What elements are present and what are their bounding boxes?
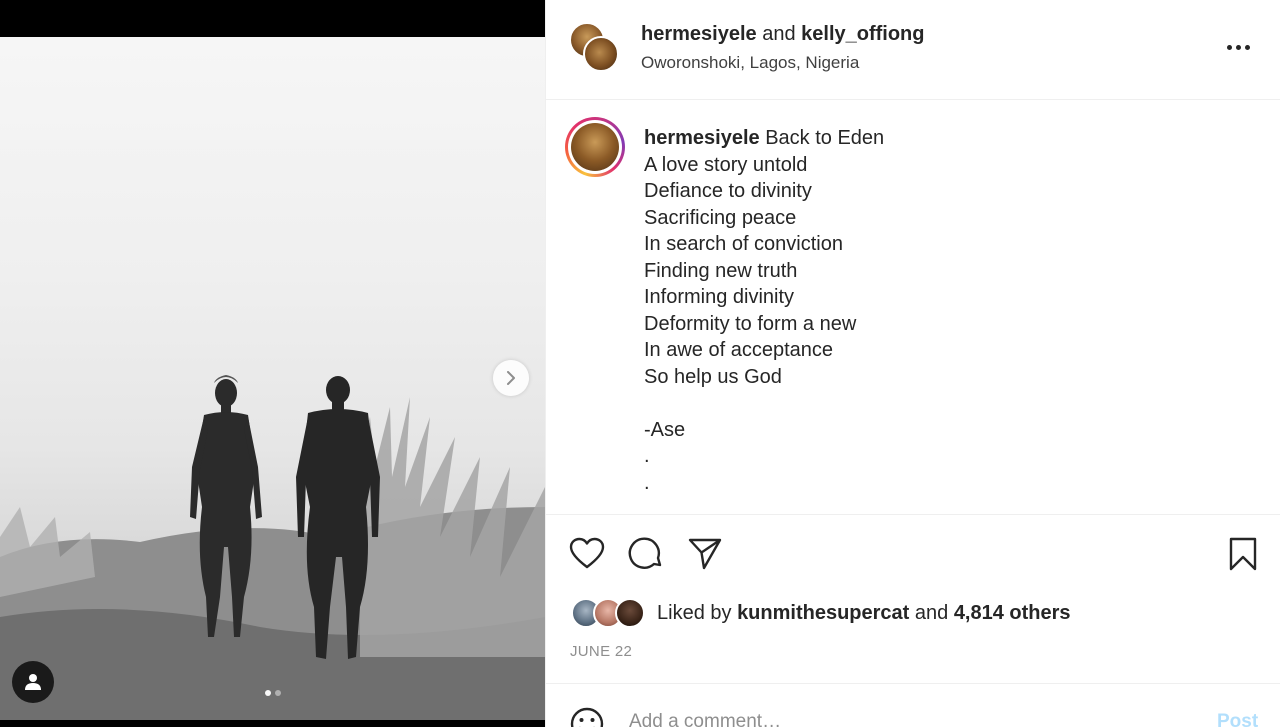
post-photo [0, 37, 545, 720]
caption-line: . [644, 445, 650, 467]
caption-line [644, 390, 884, 417]
caption-username[interactable]: hermesiyele [644, 127, 760, 149]
author-username-2[interactable]: kelly_offiong [801, 23, 924, 45]
media-viewer [0, 0, 545, 727]
bookmark-icon [1229, 537, 1257, 571]
caption-line: Defiance to divinity [644, 180, 812, 202]
post-comment-button[interactable]: Post [1217, 711, 1258, 727]
post-date[interactable]: JUNE 22 [570, 643, 632, 660]
caption-line: So help us God [644, 365, 782, 388]
story-ring[interactable] [565, 117, 625, 177]
emoji-button[interactable] [569, 706, 605, 727]
user-tag-icon [25, 674, 41, 690]
post-actions [546, 516, 1280, 590]
avatar [583, 36, 619, 72]
like-button[interactable] [569, 536, 605, 572]
share-button[interactable] [687, 536, 723, 572]
save-button[interactable] [1225, 536, 1261, 572]
liker-avatars [571, 597, 649, 629]
carousel-dot [264, 690, 271, 696]
caption-line: Finding new truth [644, 259, 798, 282]
caption-line: Deformity to form a new [644, 312, 857, 335]
heart-icon [569, 537, 605, 569]
comment-button[interactable] [628, 536, 664, 572]
caption-line: A love story untold [644, 153, 808, 176]
likes-prefix: Liked by [657, 601, 738, 624]
liker-username[interactable]: kunmithesupercat [737, 602, 909, 625]
carousel-dot [274, 690, 281, 696]
comment-bar: Post [546, 683, 1280, 727]
chevron-right-icon [507, 371, 515, 385]
caption-line: -Ase [644, 418, 686, 441]
caption-first-line: Back to Eden [759, 127, 885, 149]
caption-line: Informing divinity [644, 286, 795, 308]
more-options-icon [1226, 44, 1232, 50]
caption-section: hermesiyele Back to Eden A love story un… [546, 100, 1280, 515]
send-icon [688, 538, 722, 570]
photo-scene [0, 375, 545, 720]
more-options-icon [1244, 44, 1250, 50]
tagged-users-button[interactable] [12, 661, 54, 703]
caption-line: In awe of acceptance [644, 339, 834, 361]
avatar [615, 598, 645, 628]
caption-line: In search of conviction [644, 233, 843, 255]
caption-line: . [644, 471, 650, 494]
post-header: hermesiyele and kelly_offiong Oworonshok… [546, 0, 1280, 100]
author-username-1[interactable]: hermesiyele [641, 23, 757, 45]
avatar [571, 123, 619, 171]
caption-line: hermesiyele Back to Eden [644, 125, 884, 152]
likes-summary: Liked by kunmithesupercat and 4,814 othe… [571, 596, 1071, 630]
authors-joiner: and [762, 23, 796, 45]
carousel-indicator [0, 690, 545, 696]
likes-count[interactable]: 4,814 others [954, 602, 1071, 625]
post-caption: hermesiyele Back to Eden A love story un… [644, 125, 884, 496]
caption-line: Sacrificing peace [644, 206, 797, 229]
comment-icon [628, 537, 662, 569]
more-options-icon [1235, 44, 1241, 50]
emoji-icon [570, 707, 604, 727]
more-options-button[interactable] [1223, 34, 1253, 60]
post-authors: hermesiyele and kelly_offiong [641, 23, 925, 46]
post-location[interactable]: Oworonshoki, Lagos, Nigeria [641, 53, 859, 73]
likes-middle: and [909, 601, 954, 624]
collab-avatars[interactable] [569, 22, 621, 74]
carousel-next-button[interactable] [493, 360, 529, 396]
post-details-panel: hermesiyele and kelly_offiong Oworonshok… [545, 0, 1280, 727]
comment-input[interactable] [629, 710, 1189, 727]
